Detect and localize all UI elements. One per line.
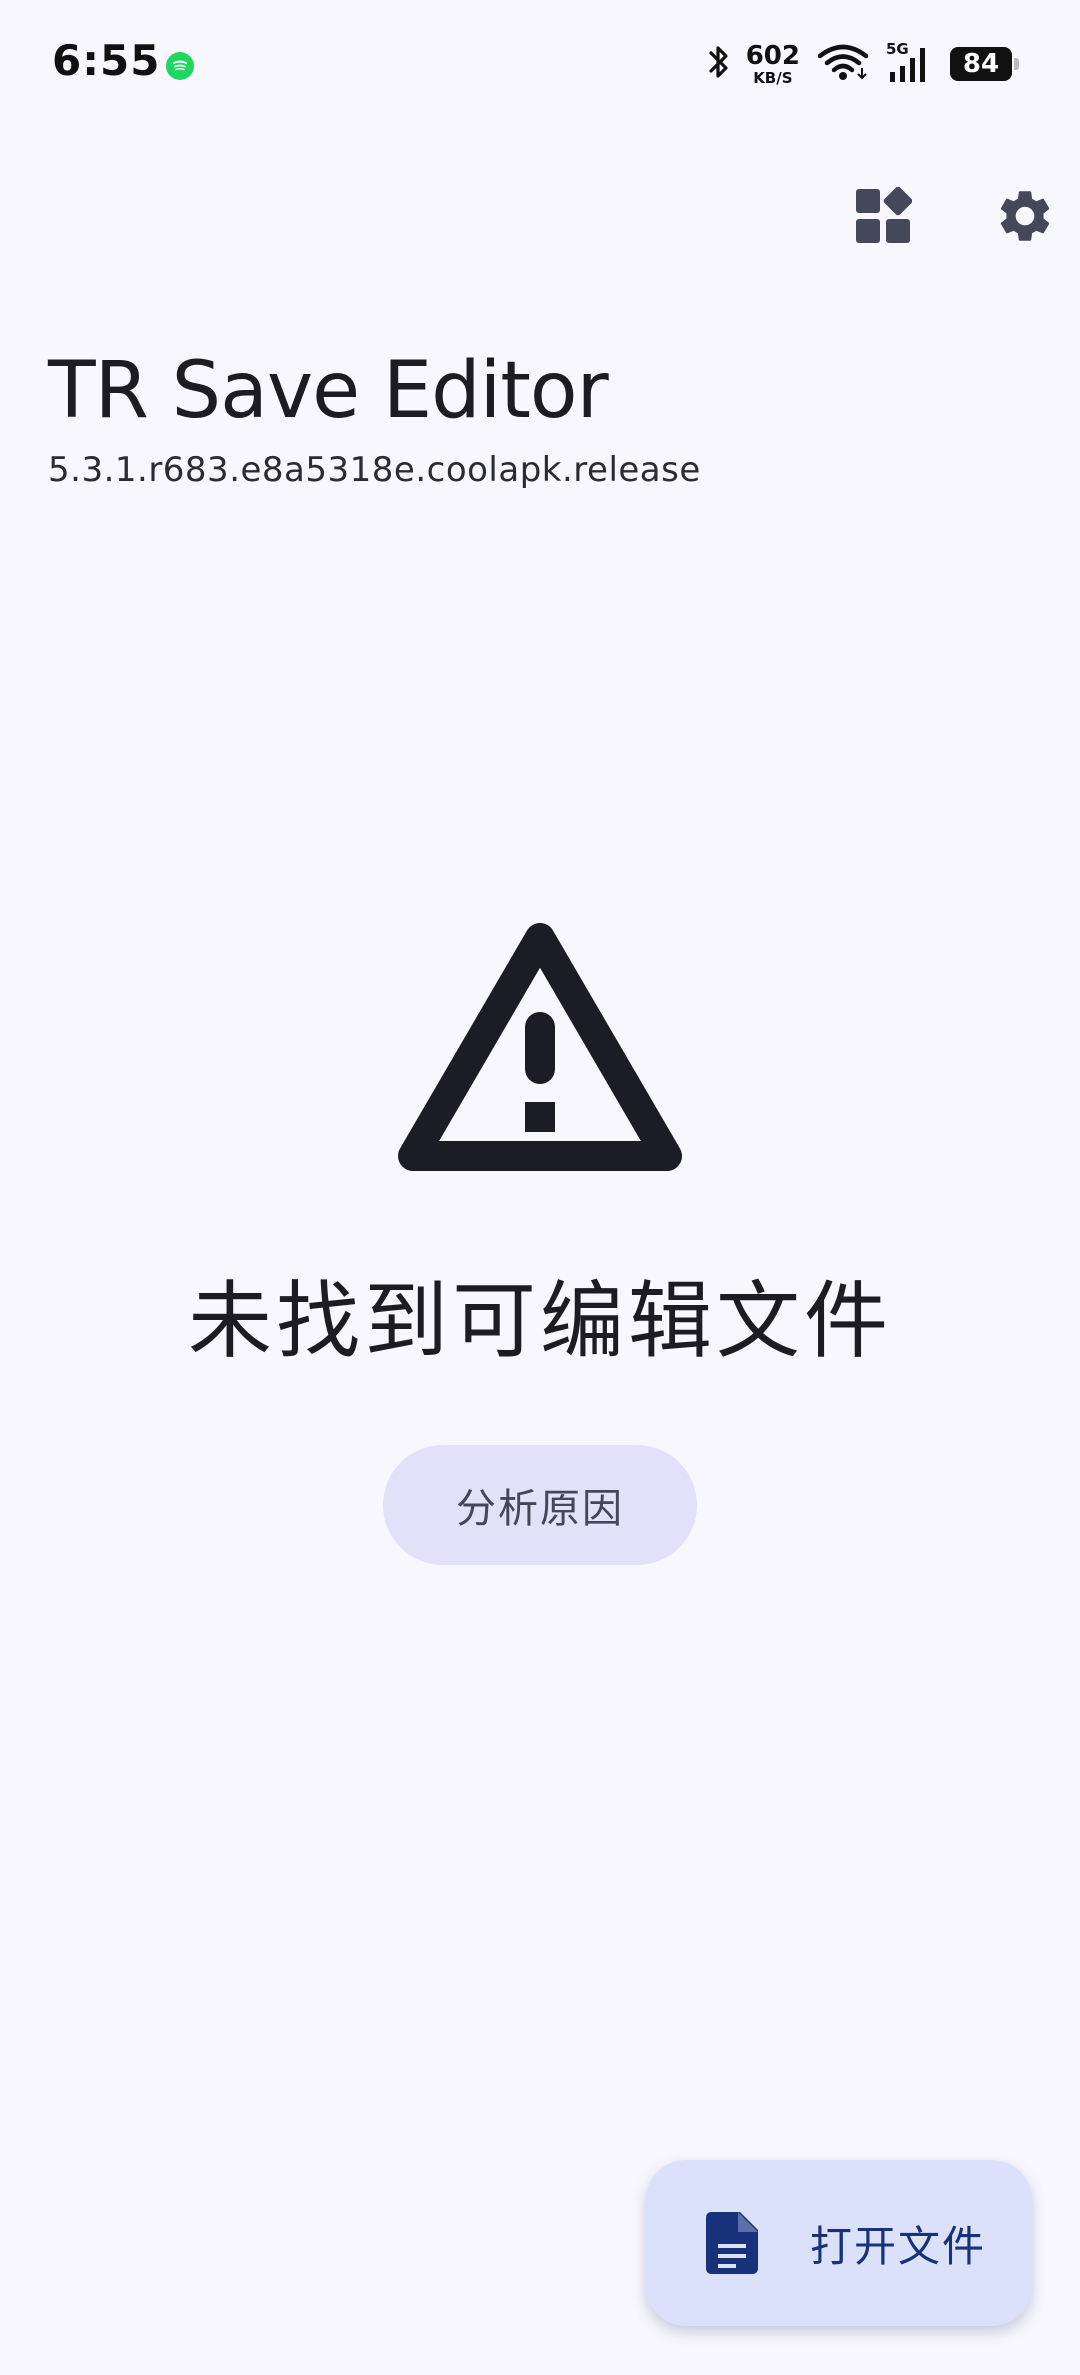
network-speed-value: 602 [745,40,800,71]
open-file-fab[interactable]: 打开文件 [646,2160,1032,2326]
status-time: 6:55 [52,36,161,85]
app-title: TR Save Editor [48,346,609,436]
network-speed: 602 KB/S [746,43,800,86]
gear-icon [994,185,1056,251]
warning-icon [395,920,685,1184]
bluetooth-icon [708,42,730,86]
battery-level: 84 [962,49,1000,79]
document-icon [704,2211,760,2275]
analyze-reason-button[interactable]: 分析原因 [383,1445,697,1565]
wifi-icon [816,42,870,86]
app-header: TR Save Editor 5.3.1.r683.e8a5318e.coola… [48,352,701,490]
cellular-signal-icon: 5G [886,42,934,86]
spotify-notification-icon [166,52,194,80]
status-icons: 602 KB/S 5G 84 [708,40,1019,88]
status-bar: 6:55 602 KB/S 5G 84 [0,0,1080,130]
open-file-label: 打开文件 [810,2221,987,2271]
empty-state: 未找到可编辑文件 分析原因 [0,920,1080,1565]
widgets-icon [854,186,913,249]
top-app-bar-actions [780,168,1080,268]
network-speed-unit: KB/S [753,68,793,87]
app-version: 5.3.1.r683.e8a5318e.coolapk.release [48,450,701,490]
empty-state-message: 未找到可编辑文件 [187,1272,892,1370]
settings-button[interactable] [975,168,1075,268]
battery-indicator: 84 [950,47,1019,81]
widgets-button[interactable] [833,168,933,268]
